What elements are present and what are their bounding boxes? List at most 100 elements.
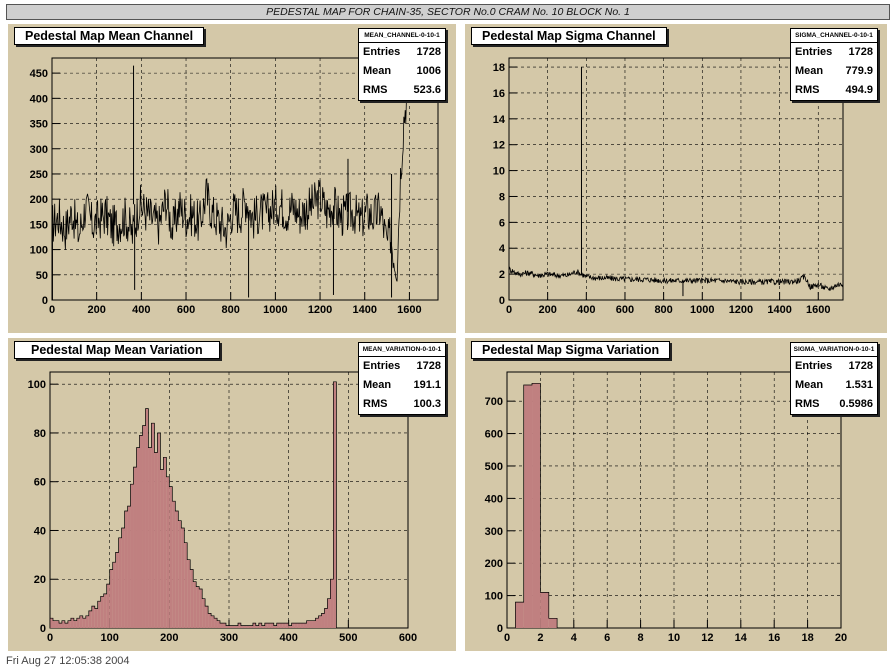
stats-box: SIGMA_VARIATION-0-10-1 Entries 1728 Mean 1… <box>790 342 878 415</box>
x-tick-label: 0 <box>47 632 53 644</box>
y-tick-label: 100 <box>485 591 503 603</box>
histogram-bar <box>303 623 307 628</box>
y-tick-label: 300 <box>30 144 48 156</box>
histogram-bar <box>76 618 80 628</box>
histogram-bar <box>64 623 68 628</box>
stats-value: 1728 <box>848 360 873 372</box>
x-tick-label: 1400 <box>352 304 376 316</box>
stats-name: MEAN_VARIATION-0-10-1 <box>359 343 445 357</box>
histogram-bar <box>106 584 110 628</box>
histogram-bar <box>142 425 146 628</box>
histogram-bar <box>154 452 158 628</box>
histogram-bar <box>133 467 137 628</box>
x-tick-label: 1600 <box>397 304 421 316</box>
stats-label: RMS <box>795 84 820 96</box>
histogram-bar <box>223 623 227 628</box>
histogram-bar <box>211 615 215 628</box>
x-tick-label: 1600 <box>806 304 830 316</box>
x-tick-label: 400 <box>132 304 150 316</box>
stats-value: 779.9 <box>845 65 873 77</box>
histogram-bar <box>252 623 256 628</box>
y-tick-label: 12 <box>493 140 505 152</box>
histogram-bar <box>187 559 191 628</box>
chart-title: Pedestal Map Sigma Channel <box>471 27 667 45</box>
histogram-bar <box>237 623 241 628</box>
stats-value: 1728 <box>416 360 441 372</box>
chart-title: Pedestal Map Mean Channel <box>14 27 205 45</box>
y-tick-label: 60 <box>34 477 46 489</box>
x-tick-label: 1000 <box>263 304 287 316</box>
stats-box: MEAN_VARIATION-0-10-1 Entries 1728 Mean 19… <box>358 342 446 415</box>
x-tick-label: 2 <box>537 632 543 644</box>
histogram-bar <box>532 383 541 628</box>
y-tick-label: 18 <box>493 62 505 74</box>
x-tick-label: 800 <box>654 304 672 316</box>
y-tick-label: 200 <box>30 194 48 206</box>
histogram-bar <box>52 620 56 628</box>
y-tick-label: 100 <box>30 245 48 257</box>
stats-box: MEAN_CHANNEL-0-10-1 Entries 1728 Mean 1006… <box>358 28 446 101</box>
x-tick-label: 400 <box>279 632 297 644</box>
x-tick-label: 20 <box>835 632 847 644</box>
histogram-bar <box>548 618 558 628</box>
histogram-bar <box>169 486 173 628</box>
x-tick-label: 200 <box>160 632 178 644</box>
stats-value: 1.531 <box>845 379 873 391</box>
stats-name: SIGMA_CHANNEL-0-10-1 <box>791 29 877 43</box>
histogram-bar <box>258 623 262 628</box>
histogram-bar <box>50 618 53 628</box>
stats-label: Mean <box>363 379 392 391</box>
histogram-bar <box>103 593 107 628</box>
x-tick-label: 600 <box>399 632 417 644</box>
histogram-bar <box>58 623 62 628</box>
chart-title: Pedestal Map Mean Variation <box>14 341 220 359</box>
x-tick-label: 1200 <box>729 304 753 316</box>
data-series-line <box>508 266 844 292</box>
x-tick-label: 500 <box>339 632 357 644</box>
histogram-bar <box>175 510 179 628</box>
y-tick-label: 8 <box>499 191 505 203</box>
x-tick-label: 0 <box>504 632 510 644</box>
pad-mean-channel: 0 200 400 600 800 1000 1200 1400 1600 0 50 100 150 20… <box>8 24 456 333</box>
histogram-bar <box>79 615 83 628</box>
y-tick-label: 16 <box>493 88 505 100</box>
y-tick-label: 600 <box>485 429 503 441</box>
histogram-bar <box>523 384 533 628</box>
stats-value: 494.9 <box>845 84 873 96</box>
stats-name: MEAN_CHANNEL-0-10-1 <box>359 29 445 43</box>
stats-value: 1006 <box>416 65 441 77</box>
histogram-bar <box>205 606 209 628</box>
stats-label: Entries <box>795 360 833 372</box>
histogram-bar <box>333 381 337 628</box>
histogram-bar <box>130 484 134 628</box>
histogram-bar <box>208 613 212 628</box>
y-tick-label: 0 <box>40 623 46 635</box>
histogram-bar <box>118 537 122 628</box>
stats-label: Entries <box>795 46 833 58</box>
y-tick-label: 20 <box>34 574 46 586</box>
histogram-bar <box>312 620 316 628</box>
histogram-bar <box>330 579 334 628</box>
stats-value: 191.1 <box>413 379 441 391</box>
y-tick-label: 50 <box>36 270 48 282</box>
histogram-bar <box>151 423 155 628</box>
y-tick-label: 350 <box>30 119 48 131</box>
histogram-bar <box>321 613 325 628</box>
histogram-bar <box>220 623 224 628</box>
histogram-bar <box>145 408 149 628</box>
histogram-bar <box>300 623 304 628</box>
stats-value: 0.5986 <box>839 398 873 410</box>
y-tick-label: 0 <box>499 295 505 307</box>
x-tick-label: 300 <box>220 632 238 644</box>
y-tick-label: 6 <box>499 217 505 229</box>
x-tick-label: 0 <box>506 304 512 316</box>
histogram-bar <box>160 469 164 628</box>
histogram-bar <box>88 610 92 628</box>
x-tick-label: 0 <box>49 304 55 316</box>
x-tick-label: 18 <box>801 632 813 644</box>
stats-value: 100.3 <box>413 398 441 410</box>
histogram-bar <box>163 457 167 628</box>
histogram-bar <box>270 623 274 628</box>
pad-mean-variation: 0 100 200 300 400 500 600 0 20 40 60 80 100 Pedestal… <box>8 338 456 651</box>
histogram-bar <box>172 501 176 628</box>
